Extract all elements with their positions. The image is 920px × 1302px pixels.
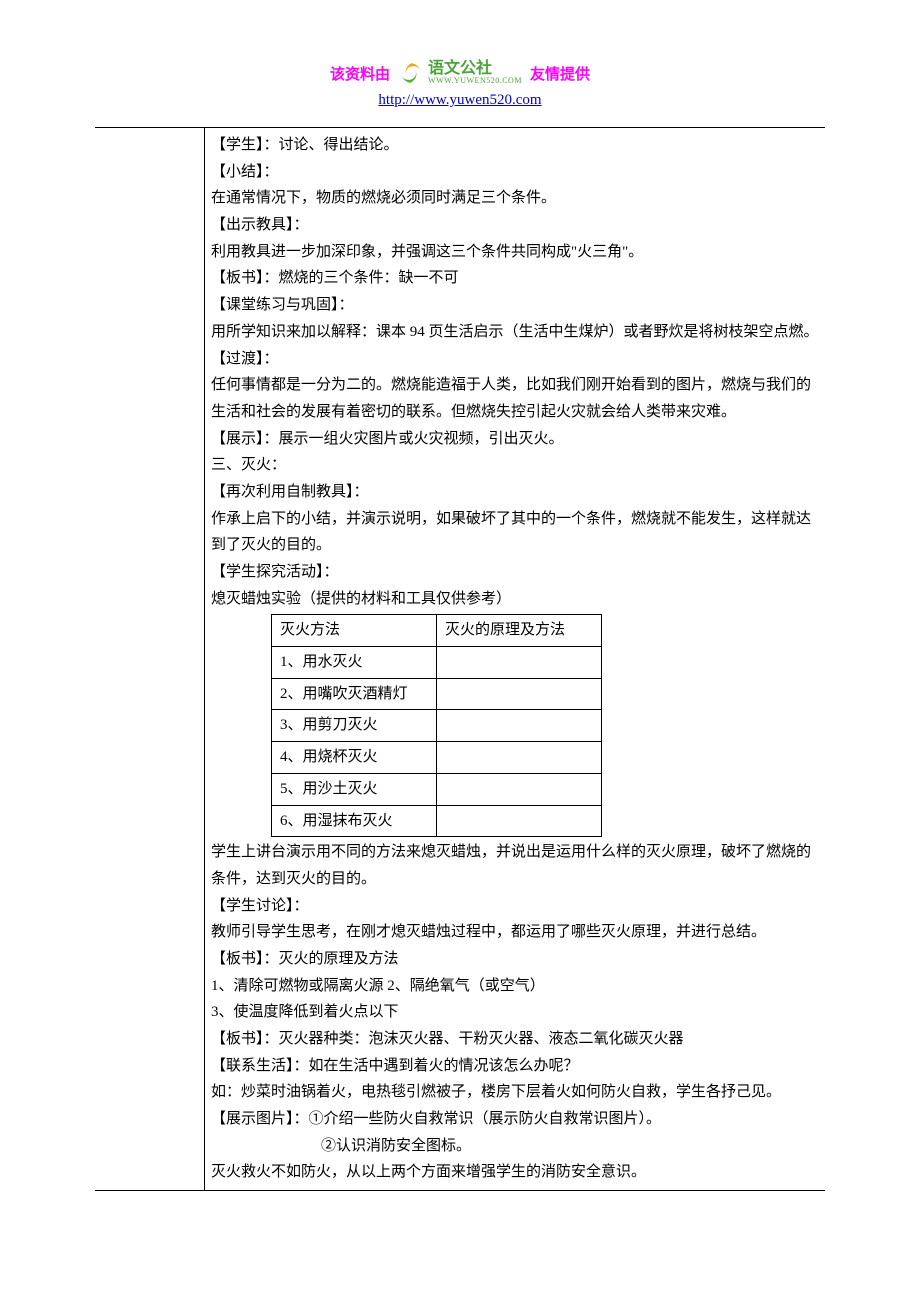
- table-row: 1、用水灭火: [272, 647, 602, 679]
- table-cell: [437, 647, 602, 679]
- paragraph: 【板书】：灭火的原理及方法: [211, 946, 819, 973]
- source-link[interactable]: http://www.yuwen520.com: [378, 92, 541, 108]
- paragraph: 学生上讲台演示用不同的方法来熄灭蜡烛，并说出是运用什么样的灭火原理，破坏了燃烧的…: [211, 839, 819, 892]
- table-header-cell: 灭火方法: [272, 615, 437, 647]
- paragraph: 【学生讨论】：: [211, 893, 819, 920]
- paragraph: 1、清除可燃物或隔离火源 2、隔绝氧气（或空气）: [211, 973, 819, 1000]
- paragraph: 【小结】：: [211, 159, 819, 186]
- paragraph: 【板书】：燃烧的三个条件：缺一不可: [211, 265, 819, 292]
- paragraph: 【展示图片】：①介绍一些防火自救常识（展示防火自救常识图片）。: [211, 1106, 819, 1133]
- table-cell: [437, 773, 602, 805]
- swirl-icon: [398, 60, 424, 86]
- right-column: 【学生】：讨论、得出结论。 【小结】： 在通常情况下，物质的燃烧必须同时满足三个…: [205, 128, 825, 1190]
- paragraph: 如：炒菜时油锅着火，电热毯引燃被子，楼房下层着火如何防火自救，学生各抒己见。: [211, 1079, 819, 1106]
- paragraph: 【出示教具】：: [211, 212, 819, 239]
- paragraph: 任何事情都是一分为二的。燃烧能造福于人类，比如我们刚开始看到的图片，燃烧与我们的…: [211, 372, 819, 425]
- page-header: 该资料由 语文公社 WWW.YUWEN520.COM 友情提供 http://w…: [95, 60, 825, 109]
- table-cell: [437, 742, 602, 774]
- paragraph: 作承上启下的小结，并演示说明，如果破坏了其中的一个条件，燃烧就不能发生，这样就达…: [211, 506, 819, 559]
- table-cell: 5、用沙土灭火: [272, 773, 437, 805]
- table-row: 5、用沙土灭火: [272, 773, 602, 805]
- paragraph: 灭火救火不如防火，从以上两个方面来增强学生的消防安全意识。: [211, 1159, 819, 1186]
- divider-bottom: [95, 1190, 825, 1191]
- paragraph: 在通常情况下，物质的燃烧必须同时满足三个条件。: [211, 185, 819, 212]
- logo: 语文公社 WWW.YUWEN520.COM: [398, 60, 522, 86]
- paragraph: 【学生探究活动】：: [211, 559, 819, 586]
- paragraph: 教师引导学生思考，在刚才熄灭蜡烛过程中，都运用了哪些灭火原理，并进行总结。: [211, 919, 819, 946]
- logo-text: 语文公社 WWW.YUWEN520.COM: [428, 61, 522, 85]
- paragraph: 【再次利用自制教具】：: [211, 479, 819, 506]
- paragraph: 三、灭火：: [211, 452, 819, 479]
- table-cell: [437, 805, 602, 837]
- table-row: 4、用烧杯灭火: [272, 742, 602, 774]
- header-right: 友情提供: [530, 63, 590, 84]
- page: 该资料由 语文公社 WWW.YUWEN520.COM 友情提供 http://w…: [0, 0, 920, 1231]
- header-left: 该资料由: [330, 63, 390, 84]
- header-url: http://www.yuwen520.com: [95, 92, 825, 109]
- left-column: [95, 128, 205, 1190]
- paragraph: 【学生】：讨论、得出结论。: [211, 132, 819, 159]
- table-cell: [437, 678, 602, 710]
- table-cell: [437, 710, 602, 742]
- table-cell: 1、用水灭火: [272, 647, 437, 679]
- paragraph: 【板书】：灭火器种类：泡沫灭火器、干粉灭火器、液态二氧化碳灭火器: [211, 1026, 819, 1053]
- logo-cn: 语文公社: [428, 61, 492, 77]
- paragraph: 【联系生活】：如在生活中遇到着火的情况该怎么办呢？: [211, 1053, 819, 1080]
- table-cell: 3、用剪刀灭火: [272, 710, 437, 742]
- logo-en: WWW.YUWEN520.COM: [428, 77, 522, 85]
- table-header-cell: 灭火的原理及方法: [437, 615, 602, 647]
- paragraph: 【过渡】：: [211, 346, 819, 373]
- content-table: 【学生】：讨论、得出结论。 【小结】： 在通常情况下，物质的燃烧必须同时满足三个…: [95, 128, 825, 1190]
- table-cell: 4、用烧杯灭火: [272, 742, 437, 774]
- paragraph: ②认识消防安全图标。: [211, 1133, 819, 1160]
- paragraph: 用所学知识来加以解释：课本 94 页生活启示（生活中生煤炉）或者野炊是将树枝架空…: [211, 319, 819, 346]
- methods-table: 灭火方法 灭火的原理及方法 1、用水灭火 2、用嘴吹灭酒精灯 3、用剪刀灭火 4…: [271, 614, 602, 837]
- paragraph: 【展示】：展示一组火灾图片或火灾视频，引出灭火。: [211, 426, 819, 453]
- table-row: 灭火方法 灭火的原理及方法: [272, 615, 602, 647]
- table-cell: 2、用嘴吹灭酒精灯: [272, 678, 437, 710]
- table-cell: 6、用湿抹布灭火: [272, 805, 437, 837]
- paragraph: 【课堂练习与巩固】：: [211, 292, 819, 319]
- table-row: 3、用剪刀灭火: [272, 710, 602, 742]
- paragraph: 3、使温度降低到着火点以下: [211, 999, 819, 1026]
- header-line: 该资料由 语文公社 WWW.YUWEN520.COM 友情提供: [95, 60, 825, 86]
- paragraph: 利用教具进一步加深印象，并强调这三个条件共同构成"火三角"。: [211, 239, 819, 266]
- table-row: 2、用嘴吹灭酒精灯: [272, 678, 602, 710]
- table-row: 6、用湿抹布灭火: [272, 805, 602, 837]
- paragraph: 熄灭蜡烛实验（提供的材料和工具仅供参考）: [211, 586, 819, 613]
